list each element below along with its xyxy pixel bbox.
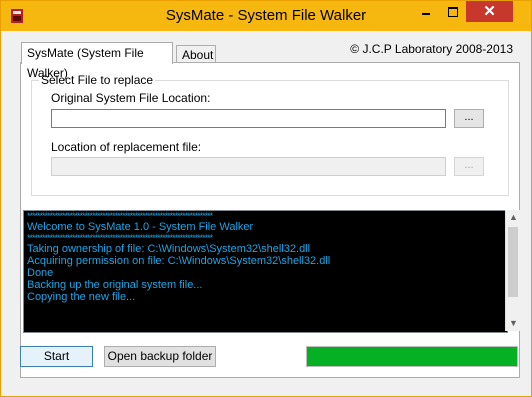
log-line: ****************************************… (27, 211, 213, 221)
close-icon: ✕ (483, 3, 496, 20)
original-browse-button[interactable]: ... (454, 109, 484, 128)
log-output[interactable]: ****************************************… (23, 210, 508, 333)
select-file-group: Select File to replace Original System F… (31, 73, 509, 196)
progress-fill (307, 347, 517, 366)
replacement-file-label: Location of replacement file: (51, 140, 202, 154)
client-area: SysMate (System File Walker) About © J.C… (9, 31, 523, 388)
tab-sysmate[interactable]: SysMate (System File Walker) (21, 42, 173, 80)
main-window: SysMate - System File Walker ✕ SysMate (… (0, 0, 532, 397)
close-button[interactable]: ✕ (466, 1, 513, 22)
original-file-label: Original System File Location: (51, 91, 211, 105)
open-backup-folder-button[interactable]: Open backup folder (104, 346, 216, 367)
log-scrollbar[interactable]: ▲ ▼ (505, 210, 521, 331)
minimize-button[interactable] (412, 1, 439, 22)
log-line: Welcome to SysMate 1.0 - System File Wal… (27, 221, 254, 233)
scroll-thumb[interactable] (508, 227, 518, 297)
copyright-text: © J.C.P Laboratory 2008-2013 (350, 42, 513, 56)
replacement-file-input[interactable] (51, 157, 446, 176)
start-button[interactable]: Start (20, 346, 93, 367)
log-line: Backing up the original system file... (27, 279, 203, 291)
scroll-down-icon[interactable]: ▼ (506, 316, 521, 331)
title-bar[interactable]: SysMate - System File Walker ✕ (1, 1, 531, 31)
maximize-button[interactable] (439, 1, 466, 22)
original-file-input[interactable] (51, 109, 446, 128)
log-line: Taking ownership of file: C:\Windows\Sys… (27, 243, 311, 255)
log-line: Done (27, 267, 54, 279)
tab-panel: Select File to replace Original System F… (20, 62, 521, 378)
log-line: Copying the new file... (27, 291, 136, 303)
replacement-browse-button[interactable]: ... (454, 157, 484, 176)
scroll-up-icon[interactable]: ▲ (506, 210, 521, 225)
progress-bar (306, 346, 518, 367)
log-line: ****************************************… (27, 233, 213, 243)
log-line: Acquiring permission on file: C:\Windows… (27, 255, 331, 267)
